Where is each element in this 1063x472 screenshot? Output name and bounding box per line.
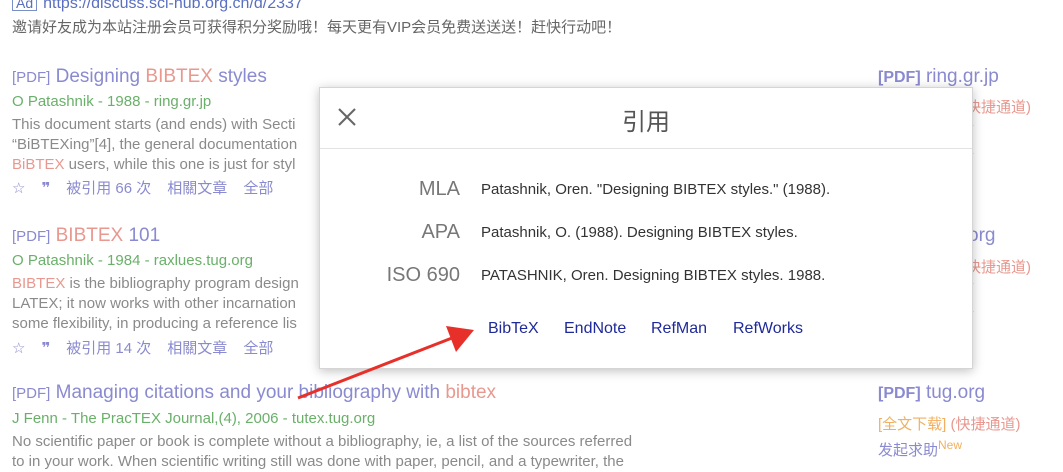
- export-endnote-link[interactable]: EndNote: [564, 320, 626, 338]
- sidebar-quick-link-1[interactable]: 快捷通道): [966, 96, 1031, 117]
- cited-by-link[interactable]: 被引用 66 次: [66, 180, 151, 197]
- cited-by-link[interactable]: 被引用 14 次: [66, 340, 151, 357]
- ad-badge: Ad: [12, 0, 38, 11]
- result-snippet-1: This document starts (and ends) with Sec…: [12, 116, 298, 173]
- fulltext-download-link[interactable]: [全文下载]: [878, 416, 946, 433]
- citation-label: APA: [421, 221, 460, 243]
- ad-link[interactable]: https://discuss.sci-hub.org.cn/d/2337: [43, 0, 303, 12]
- citation-row-iso690: ISO 690 PATASHNIK, Oren. Designing BIBTE…: [320, 264, 972, 294]
- new-badge: New: [938, 438, 963, 452]
- result-meta-1: O Patashnik - 1988 - ring.gr.jp: [12, 93, 212, 110]
- sidebar-pdf-link-3[interactable]: [PDF] tug.org: [878, 382, 985, 404]
- request-help-link[interactable]: 发起求助New: [878, 438, 962, 460]
- export-refman-link[interactable]: RefMan: [651, 320, 707, 338]
- citation-dialog: 引用 MLA Patashnik, Oren. "Designing BIBTE…: [319, 87, 973, 369]
- export-bibtex-link[interactable]: BibTeX: [488, 320, 539, 338]
- star-icon[interactable]: ☆: [12, 180, 25, 197]
- citation-label: ISO 690: [386, 264, 460, 286]
- ad-row: Ad https://discuss.sci-hub.org.cn/d/2337: [12, 0, 303, 13]
- result-title-1[interactable]: [PDF] Designing BIBTEX styles: [12, 66, 267, 88]
- dialog-title: 引用: [622, 109, 670, 136]
- sidebar-quick-link-3[interactable]: (快捷通道): [951, 416, 1021, 433]
- related-articles-link[interactable]: 相關文章: [167, 180, 227, 197]
- quote-icon[interactable]: ❞: [41, 180, 50, 197]
- citation-row-apa: APA Patashnik, O. (1988). Designing BIBT…: [320, 221, 972, 251]
- citation-row-mla: MLA Patashnik, Oren. "Designing BIBTEX s…: [320, 178, 972, 208]
- citation-label: MLA: [418, 178, 460, 200]
- citation-text[interactable]: PATASHNIK, Oren. Designing BIBTEX styles…: [481, 267, 825, 284]
- export-refworks-link[interactable]: RefWorks: [733, 320, 803, 338]
- all-versions-link[interactable]: 全部: [243, 340, 273, 357]
- promo-notice: 邀请好友成为本站注册会员可获得积分奖励哦！每天更有VIP会员免费送送送！赶快行动…: [12, 19, 622, 36]
- result-snippet-2: BIBTEX is the bibliography program desig…: [12, 275, 299, 332]
- star-icon[interactable]: ☆: [12, 340, 25, 357]
- dialog-header: 引用: [320, 88, 972, 149]
- result-snippet-3: No scientific paper or book is complete …: [12, 433, 633, 470]
- sidebar-quick-link-2[interactable]: 快捷通道): [966, 256, 1031, 277]
- result-actions-2: ☆ ❞ 被引用 14 次相關文章 全部: [12, 337, 289, 358]
- related-articles-link[interactable]: 相關文章: [167, 340, 227, 357]
- all-versions-link[interactable]: 全部: [243, 180, 273, 197]
- result-title-2[interactable]: [PDF] BIBTEX 101: [12, 225, 160, 247]
- quote-icon[interactable]: ❞: [41, 340, 50, 357]
- result-meta-2: O Patashnik - 1984 - raxlues.tug.org: [12, 252, 253, 269]
- citation-text[interactable]: Patashnik, Oren. "Designing BIBTEX style…: [481, 181, 830, 198]
- citation-text[interactable]: Patashnik, O. (1988). Designing BIBTEX s…: [481, 224, 798, 241]
- sidebar-fulltext-row: [全文下载] (快捷通道): [878, 413, 1021, 434]
- result-actions-1: ☆ ❞ 被引用 66 次相關文章 全部: [12, 177, 289, 198]
- result-title-3[interactable]: [PDF] Managing citations and your biblio…: [12, 382, 496, 404]
- result-meta-3: J Fenn - The PracTEX Journal,(4), 2006 -…: [12, 410, 376, 427]
- sidebar-pdf-link-1[interactable]: [PDF] ring.gr.jp: [878, 66, 999, 88]
